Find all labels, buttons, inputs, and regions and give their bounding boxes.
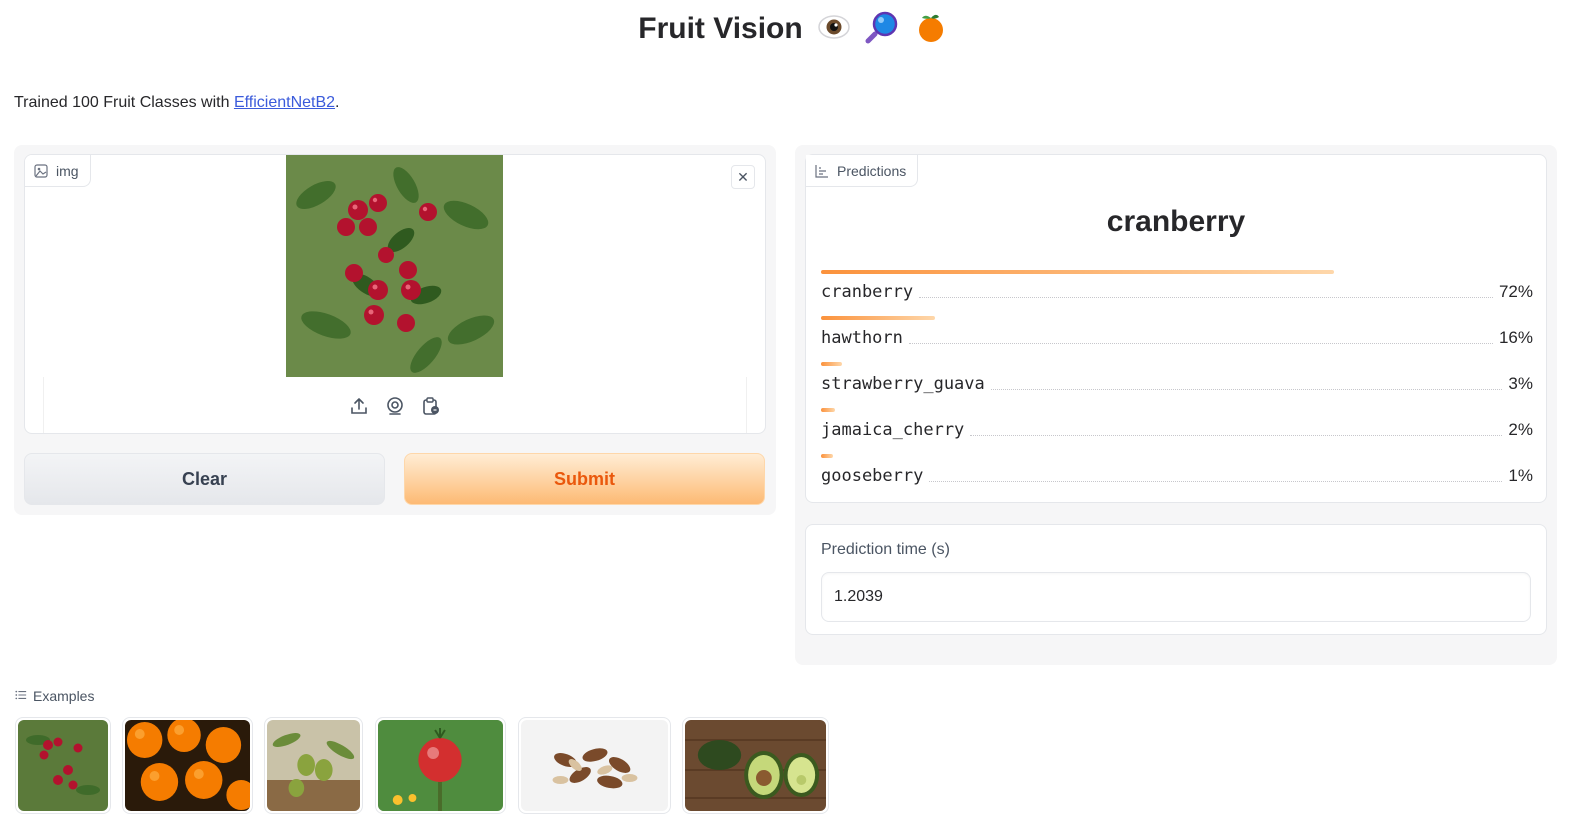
confidence-bar [821,408,835,412]
prediction-time-field[interactable]: 1.2039 [821,572,1531,622]
clipboard-icon[interactable] [421,396,441,416]
prediction-row: hawthorn 16% [821,316,1533,348]
example-rose-hip[interactable] [375,717,506,814]
output-panel: Predictions cranberry cranberry 72% hawtho… [795,145,1557,665]
example-olives[interactable] [264,717,363,814]
description-suffix: . [335,94,340,111]
prediction-percent: 16% [1498,328,1533,347]
image-input[interactable]: img ✕ [24,154,766,434]
upload-icon[interactable] [349,396,369,416]
prediction-label: gooseberry [821,466,924,486]
prediction-percent: 72% [1498,282,1533,301]
prediction-row: strawberry_guava 3% [821,362,1533,394]
prediction-time-box: Prediction time (s) 1.2039 [805,524,1547,635]
orange-icon [914,10,948,44]
examples-label-text: Examples [33,688,95,704]
dotted-leader [990,388,1503,390]
prediction-percent: 1% [1508,466,1533,485]
page-title: Fruit Vision [0,10,1586,46]
image-icon [34,163,48,178]
example-cranberry[interactable] [15,717,111,814]
image-label: img [25,155,91,187]
prediction-line: gooseberry 1% [821,466,1533,486]
dotted-leader [929,480,1503,482]
prediction-label: cranberry [821,282,914,302]
submit-button[interactable]: Submit [404,453,765,505]
title-text: Fruit Vision [638,12,803,45]
example-brazil-nuts[interactable] [518,717,671,814]
chart-icon [815,164,829,178]
close-icon[interactable]: ✕ [731,165,755,189]
prediction-percent: 2% [1508,420,1533,439]
source-selector [43,377,747,433]
prediction-time-label: Prediction time (s) [821,541,950,558]
efficientnet-link[interactable]: EfficientNetB2 [234,94,335,111]
input-panel: img ✕ Clear Submit [14,145,776,515]
prediction-percent: 3% [1508,374,1533,393]
prediction-row: cranberry 72% [821,270,1533,302]
dotted-leader [908,342,1493,344]
dotted-leader [919,296,1493,298]
prediction-label: strawberry_guava [821,374,985,394]
clear-button[interactable]: Clear [24,453,385,505]
prediction-line: jamaica_cherry 2% [821,420,1533,440]
examples-header: Examples [15,688,94,704]
example-avocado[interactable] [682,717,829,814]
prediction-label: hawthorn [821,328,903,348]
prediction-label: jamaica_cherry [821,420,965,440]
confidence-bar [821,454,833,458]
confidence-bar [821,316,935,320]
prediction-line: cranberry 72% [821,282,1533,302]
eye-icon [817,10,851,44]
prediction-row: jamaica_cherry 2% [821,408,1533,440]
list-icon [15,688,27,704]
webcam-icon[interactable] [385,396,405,416]
example-oranges[interactable] [122,717,253,814]
confidence-bar [821,362,842,366]
magnifier-icon [865,10,899,44]
top-prediction: cranberry [1106,205,1246,238]
prediction-line: hawthorn 16% [821,328,1533,348]
predictions-label-text: Predictions [837,162,907,179]
prediction-row: gooseberry 1% [821,454,1533,486]
description-text: Trained 100 Fruit Classes with [14,94,234,111]
prediction-line: strawberry_guava 3% [821,374,1533,394]
confidence-bar [821,270,1334,274]
image-label-text: img [56,162,79,179]
predictions-label: Predictions [806,155,919,187]
dotted-leader [970,434,1503,436]
uploaded-image [286,155,503,377]
predictions-box: Predictions cranberry cranberry 72% hawtho… [805,154,1547,503]
description: Trained 100 Fruit Classes with Efficient… [14,94,339,112]
